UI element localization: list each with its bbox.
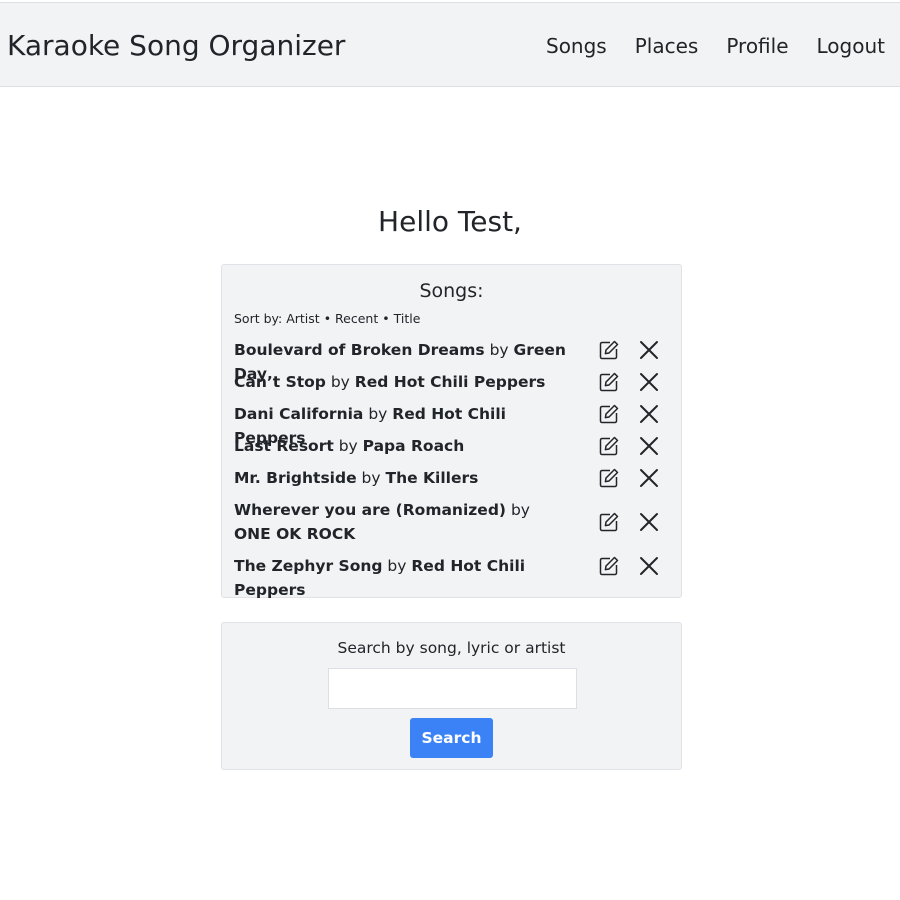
by-word: by: [368, 405, 388, 423]
sort-label: Sort by:: [234, 311, 283, 326]
song-row: Boulevard of Broken Dreams by Green Day: [234, 338, 674, 383]
delete-x-icon[interactable]: [637, 466, 661, 490]
greeting-heading: Hello Test,: [378, 205, 522, 238]
navbar: Karaoke Song Organizer Songs Places Prof…: [0, 2, 900, 87]
nav-item-places[interactable]: Places: [635, 33, 699, 59]
song-title: Mr. Brightside: [234, 469, 357, 487]
edit-icon[interactable]: [597, 402, 621, 426]
songs-panel-title: Songs:: [419, 280, 484, 302]
delete-x-icon[interactable]: [637, 510, 661, 534]
search-button[interactable]: Search: [410, 718, 493, 758]
song-text: Wherever you are (Romanized) by ONE OK R…: [234, 498, 564, 546]
by-word: by: [330, 373, 350, 391]
edit-icon[interactable]: [597, 510, 621, 534]
delete-x-icon[interactable]: [637, 370, 661, 394]
sort-separator: •: [382, 311, 390, 326]
song-text: The Zephyr Song by Red Hot Chili Peppers: [234, 554, 574, 602]
sort-controls: Sort by: Artist • Recent • Title: [234, 310, 420, 327]
edit-icon[interactable]: [597, 338, 621, 362]
song-artist: Papa Roach: [362, 437, 465, 455]
sort-option-artist[interactable]: Artist: [286, 311, 319, 326]
edit-icon[interactable]: [597, 370, 621, 394]
song-text: Last Resort by Papa Roach: [234, 434, 574, 458]
nav-item-songs[interactable]: Songs: [546, 33, 607, 59]
song-text: Mr. Brightside by The Killers: [234, 466, 574, 490]
edit-icon[interactable]: [597, 434, 621, 458]
by-word: by: [489, 341, 509, 359]
song-row: Wherever you are (Romanized) by ONE OK R…: [234, 498, 674, 554]
song-artist: Red Hot Chili Peppers: [354, 373, 546, 391]
nav-links: Songs Places Profile Logout: [546, 33, 885, 59]
app-title[interactable]: Karaoke Song Organizer: [7, 29, 345, 63]
song-artist: The Killers: [385, 469, 479, 487]
sort-option-recent[interactable]: Recent: [335, 311, 378, 326]
song-text: Can’t Stop by Red Hot Chili Peppers: [234, 370, 574, 394]
nav-item-profile[interactable]: Profile: [726, 33, 788, 59]
song-row: Can’t Stop by Red Hot Chili Peppers: [234, 370, 674, 402]
songs-panel: Songs: Sort by: Artist • Recent • Title …: [221, 264, 682, 599]
song-title: Wherever you are (Romanized): [234, 501, 506, 519]
delete-x-icon[interactable]: [637, 554, 661, 578]
song-row: Last Resort by Papa Roach: [234, 434, 674, 466]
edit-icon[interactable]: [597, 466, 621, 490]
song-title: Can’t Stop: [234, 373, 326, 391]
song-title: Dani California: [234, 405, 364, 423]
edit-icon[interactable]: [597, 554, 621, 578]
song-row: The Zephyr Song by Red Hot Chili Peppers: [234, 554, 674, 599]
by-word: by: [338, 437, 358, 455]
song-row: Mr. Brightside by The Killers: [234, 466, 674, 498]
search-input[interactable]: [328, 668, 577, 709]
search-panel: Search by song, lyric or artist Search: [221, 622, 682, 770]
song-title: Last Resort: [234, 437, 334, 455]
sort-separator: •: [323, 311, 332, 326]
by-word: by: [361, 469, 381, 487]
delete-x-icon[interactable]: [637, 402, 661, 426]
song-artist: ONE OK ROCK: [234, 525, 356, 543]
delete-x-icon[interactable]: [637, 338, 661, 362]
sort-option-title[interactable]: Title: [394, 311, 421, 326]
song-row: Dani California by Red Hot Chili Peppers: [234, 402, 674, 447]
song-title: The Zephyr Song: [234, 557, 383, 575]
song-title: Boulevard of Broken Dreams: [234, 341, 485, 359]
by-word: by: [387, 557, 407, 575]
delete-x-icon[interactable]: [637, 434, 661, 458]
by-word: by: [510, 501, 530, 519]
nav-item-logout[interactable]: Logout: [817, 33, 885, 59]
search-label: Search by song, lyric or artist: [337, 639, 566, 657]
